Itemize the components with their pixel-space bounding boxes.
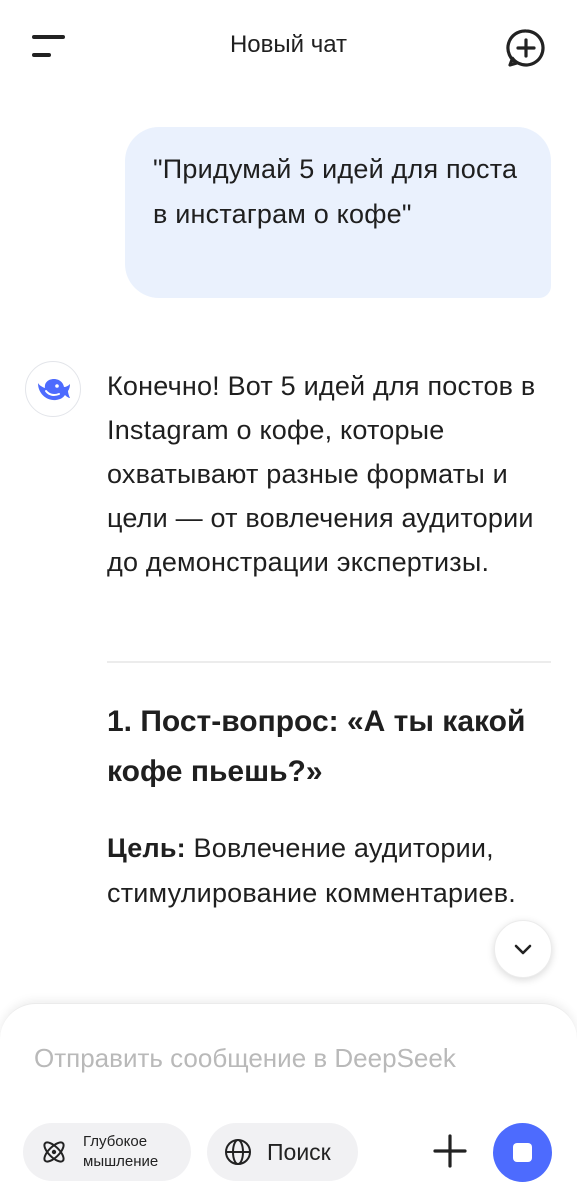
new-chat-button[interactable] <box>502 24 550 72</box>
divider <box>107 661 551 663</box>
deep-thinking-label: Глубокое мышление <box>83 1133 159 1170</box>
globe-icon <box>225 1139 251 1165</box>
attach-button[interactable] <box>428 1129 472 1173</box>
goal-label: Цель: <box>107 833 186 863</box>
deep-thinking-button[interactable]: Глубокое мышление <box>23 1123 191 1181</box>
assistant-avatar <box>25 361 81 417</box>
stop-button[interactable] <box>493 1123 552 1182</box>
idea-heading: 1. Пост-вопрос: «А ты какой кофе пьешь?» <box>107 705 526 788</box>
deepseek-whale-icon <box>38 379 70 401</box>
message-composer: Глубокое мышление Поиск <box>0 1003 577 1200</box>
search-label: Поиск <box>267 1139 331 1165</box>
header: Новый чат <box>0 0 577 92</box>
chat-screen: Новый чат "Придумай 5 идей для поста в и… <box>0 0 577 1200</box>
stop-icon <box>513 1143 532 1162</box>
atom-icon <box>43 1141 65 1163</box>
assistant-answer: Конечно! Вот 5 идей для постов в Instagr… <box>107 364 552 584</box>
new-chat-plus-icon <box>506 29 545 67</box>
idea-goal: Цель: Вовлечение аудитории, стимулирован… <box>107 826 552 915</box>
chevron-down-icon <box>514 944 532 955</box>
message-input[interactable] <box>34 1038 544 1078</box>
scroll-down-button[interactable] <box>494 920 552 978</box>
user-message-bubble: "Придумай 5 идей для поста в инстаграм о… <box>125 127 551 298</box>
plus-icon <box>433 1134 467 1168</box>
search-button[interactable]: Поиск <box>207 1123 358 1181</box>
page-title: Новый чат <box>229 31 348 58</box>
answer-intro: Конечно! Вот 5 идей для постов в Instagr… <box>107 371 536 577</box>
